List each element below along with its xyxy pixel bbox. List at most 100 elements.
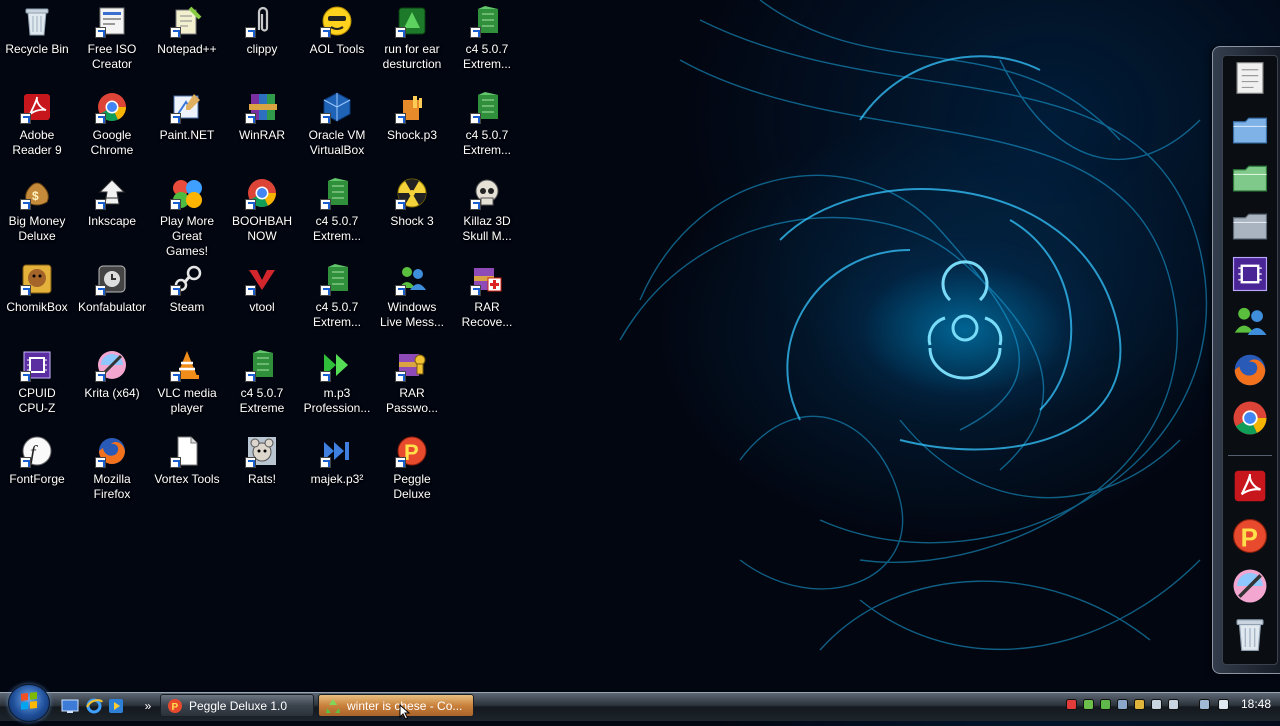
desktop-icon-shock-p3[interactable]: Shock.p3 bbox=[375, 88, 449, 170]
firefox-icon bbox=[1230, 350, 1270, 395]
desktop-icon-vortex-tools[interactable]: Vortex Tools bbox=[150, 432, 224, 514]
desktop-icon-label: Big Money Deluxe bbox=[8, 214, 66, 243]
desktop-icon-chomikbox[interactable]: ChomikBox bbox=[0, 260, 74, 342]
dock-item-notepad-icon[interactable] bbox=[1228, 58, 1272, 102]
desktop-icon-free-iso[interactable]: Free ISO Creator bbox=[75, 2, 149, 84]
clock[interactable]: 18:48 bbox=[1238, 697, 1274, 713]
desktop-icon-vtool[interactable]: vtool bbox=[225, 260, 299, 342]
peggle-icon: P bbox=[167, 698, 183, 714]
chevron-icon[interactable]: » bbox=[138, 696, 158, 716]
desktop-icon-shock-3[interactable]: Shock 3 bbox=[375, 174, 449, 256]
desktop-icon-c4-5-0-7[interactable]: c4 5.0.7 Extrem... bbox=[450, 2, 524, 84]
iso-creator-icon bbox=[95, 4, 129, 38]
dock-item-recycle-bin-icon[interactable] bbox=[1228, 614, 1272, 658]
dock-item-folder-gray-icon[interactable] bbox=[1228, 206, 1272, 250]
desktop-icon-peggle[interactable]: P Peggle Deluxe bbox=[375, 432, 449, 514]
desktop-icon-mozilla[interactable]: Mozilla Firefox bbox=[75, 432, 149, 514]
security-alert-icon[interactable] bbox=[1064, 697, 1078, 711]
shortcut-arrow-icon bbox=[395, 457, 406, 468]
desktop-icon-label: CPUID CPU-Z bbox=[18, 386, 56, 415]
p3-arrow-icon bbox=[320, 348, 354, 382]
dock-separator bbox=[1228, 455, 1272, 456]
vlc-icon bbox=[170, 348, 204, 382]
recycle-bin-icon bbox=[20, 4, 54, 38]
desktop-icon-boohbah[interactable]: BOOHBAH NOW bbox=[225, 174, 299, 256]
shield-check-icon[interactable] bbox=[1098, 697, 1112, 711]
desktop-icon-run-for-ear[interactable]: run for ear desturction bbox=[375, 2, 449, 84]
display-icon[interactable] bbox=[1149, 697, 1163, 711]
lock-icon[interactable] bbox=[1132, 697, 1146, 711]
dock-item-peggle-icon[interactable]: P bbox=[1228, 516, 1272, 560]
desktop-icon-c4-5-0-7[interactable]: c4 5.0.7 Extrem... bbox=[300, 260, 374, 342]
dock-item-krita-icon[interactable] bbox=[1228, 566, 1272, 610]
dock-item-chrome-icon[interactable] bbox=[1228, 398, 1272, 442]
dock-item-folder-green-icon[interactable] bbox=[1228, 158, 1272, 202]
money-bag-icon: $ bbox=[20, 176, 54, 210]
radiation-icon bbox=[395, 176, 429, 210]
dock-item-cpu-chip-icon[interactable] bbox=[1228, 254, 1272, 298]
media-player-icon[interactable] bbox=[106, 696, 126, 716]
rats-icon bbox=[245, 434, 279, 468]
desktop-icon-aol-tools[interactable]: AOL Tools bbox=[300, 2, 374, 84]
desktop-icon-label: Rats! bbox=[247, 472, 276, 486]
desktop-icon-paint-net[interactable]: Paint.NET bbox=[150, 88, 224, 170]
desktop-icon-steam[interactable]: Steam bbox=[150, 260, 224, 342]
desktop-icon-inkscape[interactable]: Inkscape bbox=[75, 174, 149, 256]
desktop-icon-label: Adobe Reader 9 bbox=[12, 128, 62, 157]
folder-gray-icon bbox=[1230, 206, 1270, 251]
desktop-icon-c4-5-0-7[interactable]: c4 5.0.7 Extreme bbox=[225, 346, 299, 428]
shortcut-arrow-icon bbox=[320, 457, 331, 468]
desktop-icon-rats[interactable]: Rats! bbox=[225, 432, 299, 514]
desktop-icon-c4-5-0-7[interactable]: c4 5.0.7 Extrem... bbox=[300, 174, 374, 256]
internet-explorer-icon[interactable] bbox=[84, 696, 104, 716]
peggle-icon: P bbox=[1230, 516, 1270, 561]
desktop-icon-m-p3[interactable]: m.p3 Profession... bbox=[300, 346, 374, 428]
desktop-icon-winrar[interactable]: WinRAR bbox=[225, 88, 299, 170]
dock-item-messenger-icon[interactable] bbox=[1228, 302, 1272, 346]
desktop-icon-google[interactable]: Google Chrome bbox=[75, 88, 149, 170]
desktop-icon-majek-p3[interactable]: majek.p3² bbox=[300, 432, 374, 514]
document-icon bbox=[170, 434, 204, 468]
firefox-icon bbox=[95, 434, 129, 468]
desktop-icon-play-more[interactable]: Play More Great Games! bbox=[150, 174, 224, 256]
dock-item-adobe-reader-icon[interactable] bbox=[1228, 466, 1272, 510]
desktop-icon-c4-5-0-7[interactable]: c4 5.0.7 Extrem... bbox=[450, 88, 524, 170]
shortcut-arrow-icon bbox=[20, 113, 31, 124]
desktop-icon-label: FontForge bbox=[9, 472, 65, 486]
messenger-icon bbox=[395, 262, 429, 296]
desktop-icon-big-money[interactable]: $ Big Money Deluxe bbox=[0, 174, 74, 256]
desktop-icon-clippy[interactable]: clippy bbox=[225, 2, 299, 84]
desktop-icon-konfabulator[interactable]: Konfabulator bbox=[75, 260, 149, 342]
network-computer-icon[interactable] bbox=[1197, 697, 1211, 711]
monitor-icon[interactable] bbox=[1166, 697, 1180, 711]
show-desktop-icon[interactable] bbox=[60, 696, 80, 716]
shortcut-arrow-icon bbox=[320, 285, 331, 296]
desktop-icon-adobe[interactable]: Adobe Reader 9 bbox=[0, 88, 74, 170]
shortcut-arrow-icon bbox=[395, 199, 406, 210]
desktop-icon-rar[interactable]: RAR Recove... bbox=[450, 260, 524, 342]
desktop-icon-recycle-bin[interactable]: Recycle Bin bbox=[0, 2, 74, 84]
desktop-icon-oracle-vm[interactable]: Oracle VM VirtualBox bbox=[300, 88, 374, 170]
volume-icon[interactable] bbox=[1216, 697, 1230, 711]
desktop-icon-cpuid[interactable]: CPUID CPU-Z bbox=[0, 346, 74, 428]
taskbar-button-winter[interactable]: winter is chese - Co... bbox=[318, 694, 474, 717]
peggle-icon: P bbox=[395, 434, 429, 468]
fontforge-icon: f bbox=[20, 434, 54, 468]
start-button[interactable] bbox=[8, 684, 50, 722]
desktop-icon-fontforge[interactable]: f FontForge bbox=[0, 432, 74, 514]
desktop-icon-krita-x64[interactable]: Krita (x64) bbox=[75, 346, 149, 428]
desktop-icon-killaz-3d[interactable]: Killaz 3D Skull M... bbox=[450, 174, 524, 256]
desktop-icon-windows[interactable]: Windows Live Mess... bbox=[375, 260, 449, 342]
desktop-icon-rar[interactable]: RAR Passwo... bbox=[375, 346, 449, 428]
desktop-icon-vlc-media[interactable]: VLC media player bbox=[150, 346, 224, 428]
desktop-icon-label: Killaz 3D Skull M... bbox=[462, 214, 512, 243]
dock-item-firefox-icon[interactable] bbox=[1228, 350, 1272, 394]
network-icon[interactable] bbox=[1115, 697, 1129, 711]
svg-text:P: P bbox=[1241, 524, 1258, 552]
network-user-icon[interactable] bbox=[1081, 697, 1095, 711]
desktop-icon-label: Google Chrome bbox=[90, 128, 134, 157]
desktop-icon-notepad[interactable]: Notepad++ bbox=[150, 2, 224, 84]
taskbar-button-peggle[interactable]: P Peggle Deluxe 1.0 bbox=[160, 694, 314, 717]
dock-item-folder-icon[interactable] bbox=[1228, 110, 1272, 154]
desktop-icon-label: c4 5.0.7 Extrem... bbox=[312, 214, 361, 243]
